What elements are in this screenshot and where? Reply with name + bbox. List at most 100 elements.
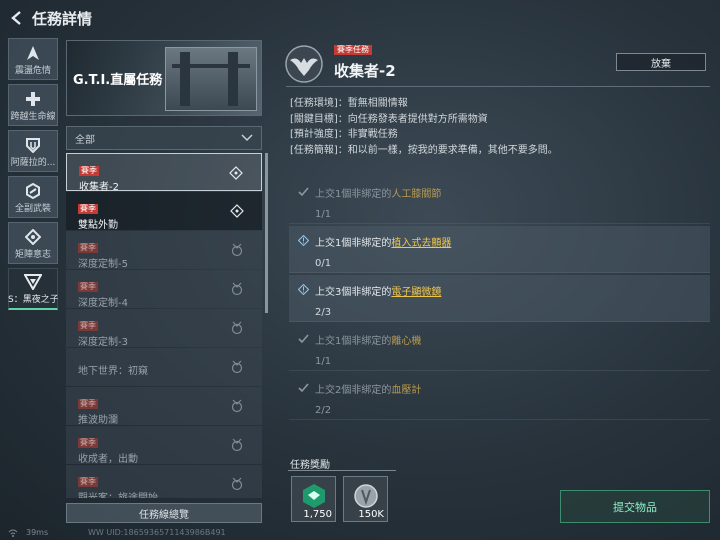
nav-item-label: 阿薩拉的... [10, 157, 56, 168]
reward-quantity: 1,750 [303, 509, 332, 520]
objective-count: 2/2 [315, 405, 332, 416]
reward-label: 任務獎勵 [290, 460, 330, 471]
objective-item-link[interactable]: 血壓計 [391, 385, 421, 396]
list-item[interactable]: 賽季 深度定制-4 [66, 270, 262, 309]
quest-title: 收集者-2 [79, 182, 119, 193]
target-icon [229, 166, 243, 180]
quest-list: 賽季 收集者-2 賽季 雙點外勤 賽季 深度定制-5 賽季 深度定制-4 賽季 … [66, 153, 262, 498]
badge-icon [303, 484, 325, 508]
shield-icon [25, 135, 41, 155]
info-diamond-icon [298, 284, 309, 295]
info-diamond-icon [298, 235, 309, 246]
objective-item-link[interactable]: 植入式去顫器 [391, 238, 451, 249]
category-nav: 震盪危情 跨越生命線 阿薩拉的... 全副武裝 矩陣意志 S：黑夜之子 [8, 38, 60, 314]
crate-image [165, 47, 257, 111]
reward-quantity: 150K [358, 509, 384, 520]
wifi-icon [8, 529, 18, 537]
objective-prefix: 上交1個非綁定的 [315, 336, 392, 347]
target-icon [230, 204, 244, 218]
season-tag: 賽季 [78, 399, 98, 409]
eagle-badge-icon [285, 45, 323, 83]
diamond-icon [25, 227, 41, 247]
list-item[interactable]: 賽季 雙點外勤 [66, 192, 262, 231]
list-item[interactable]: 賽季 觀光客：旅途開始 [66, 465, 262, 498]
status-bar: 39ms [8, 528, 48, 537]
objective-count: 1/1 [315, 356, 332, 367]
quest-title: 地下世界：初窺 [78, 366, 148, 377]
season-quest-tag: 賽季任務 [334, 45, 372, 55]
objective-item: 上交2個非綁定的血壓計 2/2 [289, 373, 710, 420]
filter-dropdown[interactable]: 全部 [66, 126, 262, 150]
info-key-objective: [關鍵目標]：向任務發表者提供對方所需物資 [290, 113, 488, 125]
objective-count: 0/1 [315, 258, 332, 269]
lock-icon [231, 438, 243, 452]
arrow-up-icon [25, 43, 41, 63]
filter-value: 全部 [75, 134, 95, 146]
list-item[interactable]: 賽季 推波助瀾 [66, 387, 262, 426]
back-arrow-icon [11, 11, 21, 25]
list-item[interactable]: 賽季 收成者，出動 [66, 426, 262, 465]
season-tag: 賽季 [78, 438, 98, 448]
season-tag: 賽季 [78, 282, 98, 292]
season-tag: 賽季 [78, 204, 98, 214]
quest-name: 收集者-2 [334, 62, 396, 80]
nav-item-0[interactable]: 震盪危情 [8, 38, 58, 80]
plus-icon [25, 89, 41, 109]
lock-icon [231, 477, 243, 491]
reward-divider [288, 470, 396, 471]
objective-prefix: 上交3個非綁定的 [315, 287, 392, 298]
objective-count: 2/3 [315, 307, 332, 318]
ping-text: 39ms [26, 528, 49, 537]
reward-slot[interactable]: 150K [343, 476, 388, 522]
checkmark-icon [298, 334, 309, 344]
nav-item-label: 全副武裝 [14, 203, 51, 214]
season-tag: 賽季 [78, 321, 98, 331]
reward-slot[interactable]: 1,750 [291, 476, 336, 522]
page-title: 任務詳情 [32, 9, 93, 28]
lock-icon [231, 321, 243, 335]
submit-items-button[interactable]: 提交物品 [560, 490, 710, 523]
chevron-down-icon [241, 134, 253, 142]
nav-item-3[interactable]: 全副武裝 [8, 176, 58, 218]
nav-item-5[interactable]: S：黑夜之子 [8, 268, 58, 310]
list-item[interactable]: 賽季 深度定制-3 [66, 309, 262, 348]
nav-item-1[interactable]: 跨越生命線 [8, 84, 58, 126]
season-tag: 賽季 [79, 166, 99, 176]
quest-title: 觀光客：旅途開始 [78, 489, 250, 498]
objective-item: 上交1個非綁定的離心機 1/1 [289, 324, 710, 371]
list-item[interactable]: 賽季 深度定制-5 [66, 231, 262, 270]
objective-item: 上交3個非綁定的電子顯微鏡 2/3 [289, 275, 710, 322]
lock-icon [231, 243, 243, 257]
objective-prefix: 上交1個非綁定的 [315, 238, 392, 249]
quest-title: 收成者，出動 [78, 454, 138, 465]
objective-prefix: 上交1個非綁定的 [315, 189, 392, 200]
quest-title: 推波助瀾 [78, 415, 118, 426]
list-item[interactable]: 賽季 收集者-2 [66, 153, 262, 193]
nav-item-label: 震盪危情 [14, 65, 51, 76]
lock-icon [231, 282, 243, 296]
divider [286, 86, 710, 87]
season-tag: 賽季 [78, 243, 98, 253]
list-scrollbar[interactable] [265, 153, 268, 313]
quest-title: 深度定制-5 [78, 259, 128, 270]
top-bar: 任務詳情 [0, 0, 720, 36]
abandon-button[interactable]: 放棄 [616, 53, 706, 71]
objective-item-link[interactable]: 人工膝關節 [391, 189, 441, 200]
lock-icon [231, 360, 243, 374]
nav-item-2[interactable]: 阿薩拉的... [8, 130, 58, 172]
objective-item-link[interactable]: 離心機 [391, 336, 421, 347]
info-environment: [任務環境]：暫無相關情報 [290, 98, 408, 109]
quest-line-overview-button[interactable]: 任務線總覽 [66, 503, 262, 523]
objective-list: 上交1個非綁定的人工膝關節 1/1 上交1個非綁定的植入式去顫器 0/1 上交3… [289, 177, 710, 422]
checkmark-icon [298, 383, 309, 393]
nav-item-label: 矩陣意志 [14, 249, 51, 260]
back-button[interactable] [4, 0, 30, 36]
objective-item-link[interactable]: 電子顯微鏡 [391, 287, 441, 298]
checkmark-icon [298, 187, 309, 197]
season-tag: 賽季 [78, 477, 98, 487]
quest-title: 深度定制-3 [78, 337, 128, 348]
objective-prefix: 上交2個非綁定的 [315, 385, 392, 396]
list-item[interactable]: 地下世界：初窺 [66, 348, 262, 386]
nav-item-4[interactable]: 矩陣意志 [8, 222, 58, 264]
lock-icon [231, 399, 243, 413]
